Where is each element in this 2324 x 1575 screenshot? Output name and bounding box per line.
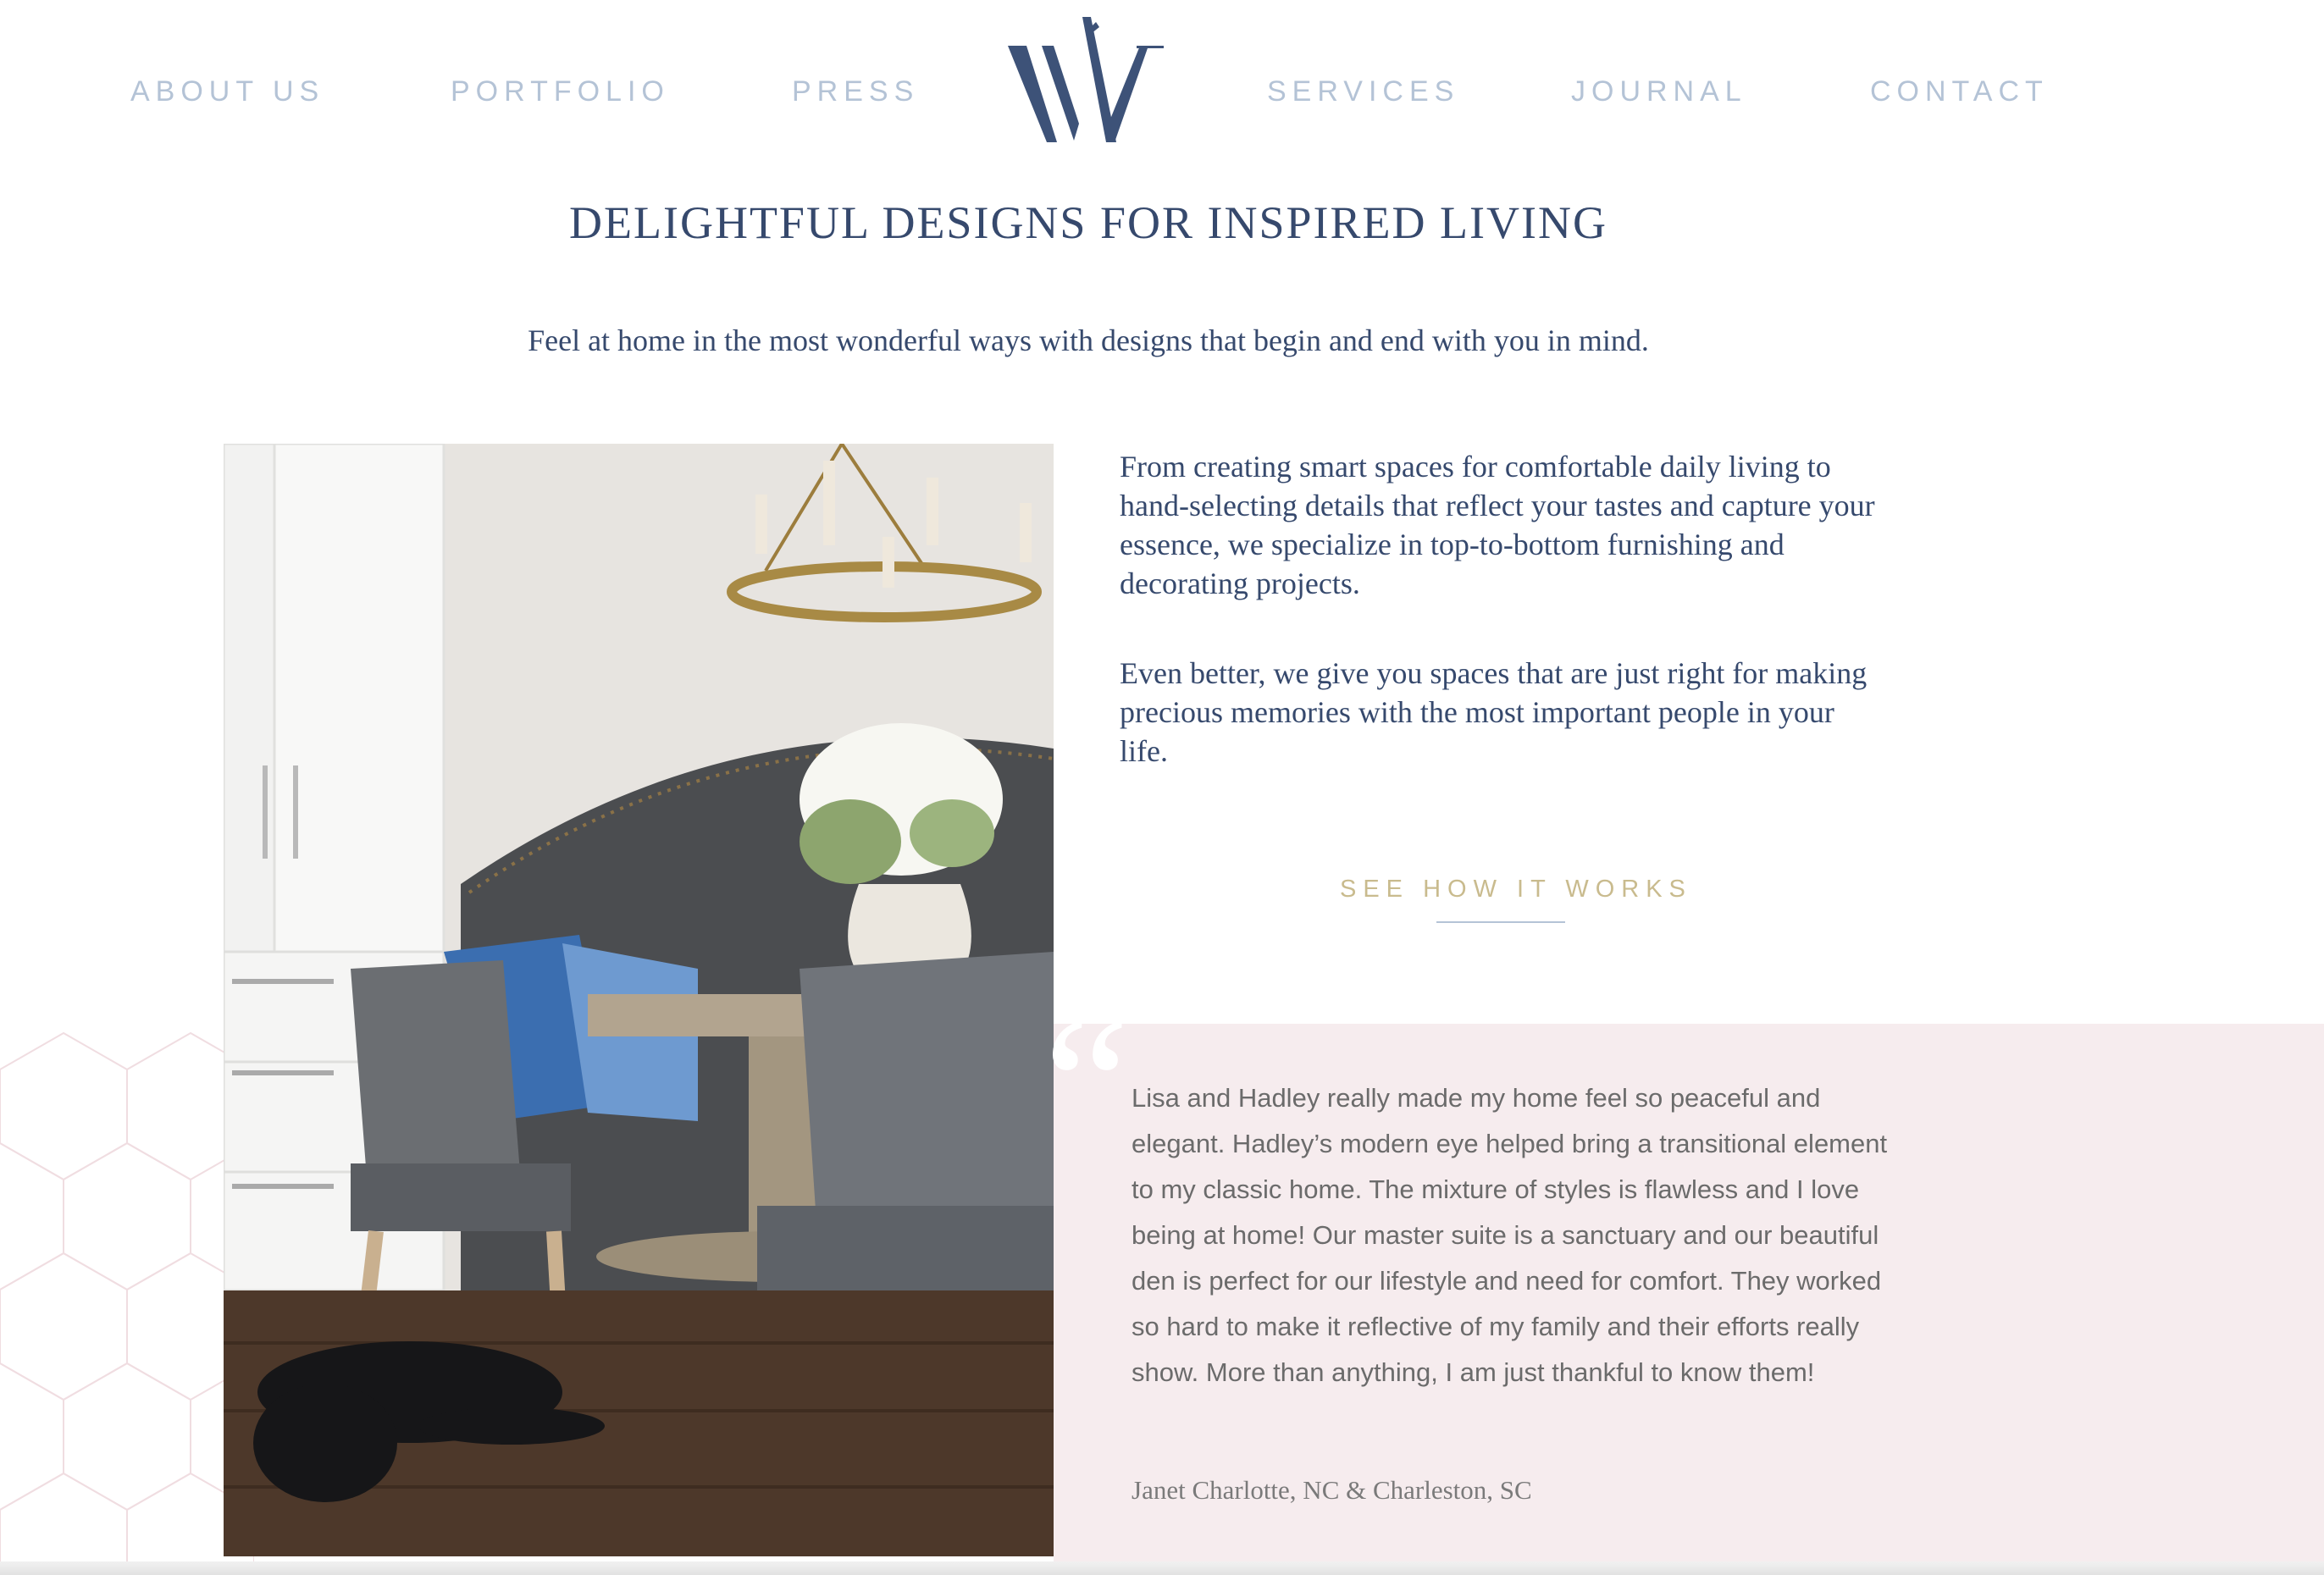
quote-mark-icon: “ <box>1043 976 1131 1192</box>
nav-journal[interactable]: JOURNAL <box>1571 73 1747 110</box>
cta-underline <box>1436 921 1565 923</box>
intro-paragraph-1: From creating smart spaces for comfortab… <box>1120 450 1875 600</box>
logo-w-icon[interactable] <box>1008 14 1164 149</box>
dining-nook-photo <box>224 444 1054 1556</box>
page-subhead: Feel at home in the most wonderful ways … <box>528 323 1649 357</box>
testimonial-text: Lisa and Hadley really made my home feel… <box>1132 1083 1888 1387</box>
hexagon-pattern-icon <box>0 1031 254 1575</box>
page-headline: DELIGHTFUL DESIGNS FOR INSPIRED LIVING <box>569 197 1607 248</box>
nav-services[interactable]: SERVICES <box>1267 73 1459 110</box>
nav-press[interactable]: PRESS <box>792 73 919 110</box>
intro-paragraph-2: Even better, we give you spaces that are… <box>1120 656 1868 768</box>
see-how-it-works-link[interactable]: SEE HOW IT WORKS <box>1340 872 1685 906</box>
testimonial-author: Janet Charlotte, NC & Charleston, SC <box>1132 1475 1532 1505</box>
nav-portfolio[interactable]: PORTFOLIO <box>451 73 670 110</box>
page-bottom-edge <box>0 1561 2324 1575</box>
nav-contact[interactable]: CONTACT <box>1870 73 2049 110</box>
nav-about-us[interactable]: ABOUT US <box>130 73 324 110</box>
